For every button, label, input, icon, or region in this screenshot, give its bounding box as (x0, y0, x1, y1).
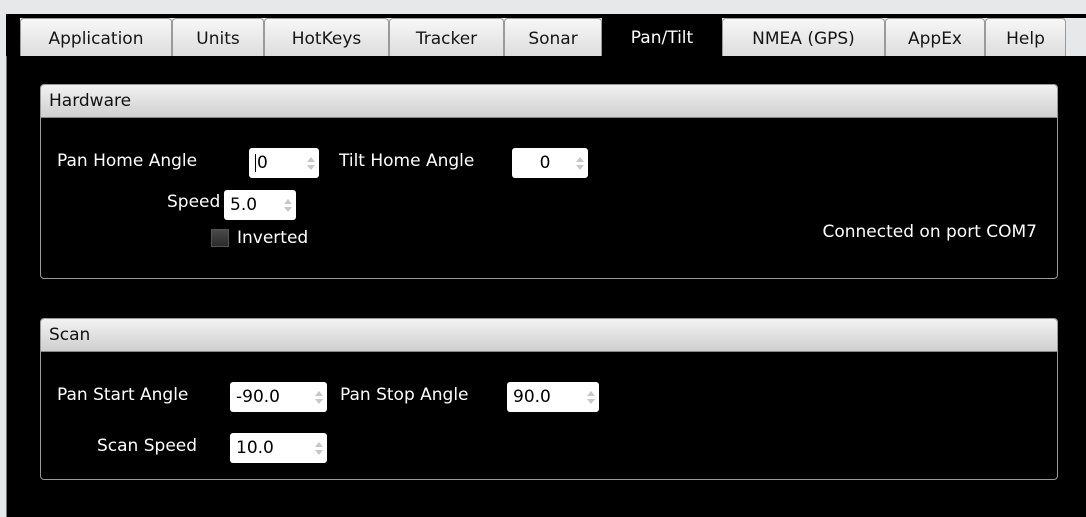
pan-stop-angle-value[interactable]: 90.0 (507, 387, 583, 407)
chevron-up-icon[interactable] (587, 390, 595, 396)
text-caret (255, 154, 256, 172)
speed-spinner[interactable] (280, 190, 296, 220)
tilt-home-angle-value[interactable]: 0 (512, 153, 572, 173)
scan-speed-spinner[interactable] (311, 433, 327, 463)
hardware-group-title: Hardware (41, 85, 1057, 118)
chevron-down-icon[interactable] (284, 206, 292, 212)
tab-appex[interactable]: AppEx (885, 18, 985, 58)
pan-start-angle-label: Pan Start Angle (57, 385, 189, 405)
chevron-up-icon[interactable] (284, 198, 292, 204)
pan-stop-angle-label: Pan Stop Angle (340, 385, 469, 405)
scan-speed-value[interactable]: 10.0 (230, 438, 311, 458)
speed-stepper[interactable]: 5.0 (224, 190, 296, 220)
tab-nmea-gps[interactable]: NMEA (GPS) (722, 18, 885, 58)
tab-units[interactable]: Units (172, 18, 264, 58)
pan-start-angle-stepper[interactable]: -90.0 (230, 382, 327, 412)
pan-stop-angle-stepper[interactable]: 90.0 (507, 382, 599, 412)
speed-label: Speed (167, 192, 221, 212)
chevron-down-icon[interactable] (315, 398, 323, 404)
pan-start-angle-spinner[interactable] (311, 382, 327, 412)
chevron-down-icon[interactable] (587, 398, 595, 404)
tab-sonar[interactable]: Sonar (504, 18, 602, 58)
tilt-home-angle-label: Tilt Home Angle (339, 151, 475, 171)
chevron-down-icon[interactable] (576, 164, 584, 170)
tab-hotkeys[interactable]: HotKeys (264, 18, 389, 58)
chevron-up-icon[interactable] (576, 156, 584, 162)
chevron-up-icon[interactable] (307, 156, 315, 162)
pan-home-angle-label: Pan Home Angle (57, 151, 198, 171)
scan-group-title: Scan (41, 319, 1057, 352)
pan-home-angle-text: 0 (257, 153, 268, 173)
pan-start-angle-value[interactable]: -90.0 (230, 387, 311, 407)
pan-home-angle-spinner[interactable] (303, 148, 319, 178)
scan-group: Scan Pan Start Angle -90.0 Pan Stop Angl… (40, 318, 1058, 480)
hardware-group: Hardware Pan Home Angle 0 Tilt Home Angl… (40, 84, 1058, 279)
connection-status: Connected on port COM7 (822, 222, 1037, 242)
speed-value[interactable]: 5.0 (224, 195, 280, 215)
tab-pan-tilt[interactable]: Pan/Tilt (602, 14, 722, 56)
scan-speed-label: Scan Speed (97, 436, 198, 456)
tab-help[interactable]: Help (985, 18, 1066, 58)
pan-stop-angle-spinner[interactable] (583, 382, 599, 412)
chevron-up-icon[interactable] (315, 390, 323, 396)
pan-home-angle-value[interactable]: 0 (249, 153, 303, 173)
scan-speed-stepper[interactable]: 10.0 (230, 433, 327, 463)
chevron-down-icon[interactable] (307, 164, 315, 170)
chevron-up-icon[interactable] (315, 441, 323, 447)
pan-home-angle-stepper[interactable]: 0 (249, 148, 319, 178)
inverted-label: Inverted (237, 228, 309, 248)
settings-tabstrip: Application Units HotKeys Tracker Sonar … (20, 14, 1086, 58)
tilt-home-angle-spinner[interactable] (572, 148, 588, 178)
tab-tracker[interactable]: Tracker (389, 18, 504, 58)
tilt-home-angle-stepper[interactable]: 0 (512, 148, 588, 178)
inverted-checkbox[interactable] (211, 229, 229, 247)
chevron-down-icon[interactable] (315, 449, 323, 455)
tab-application[interactable]: Application (20, 18, 172, 58)
